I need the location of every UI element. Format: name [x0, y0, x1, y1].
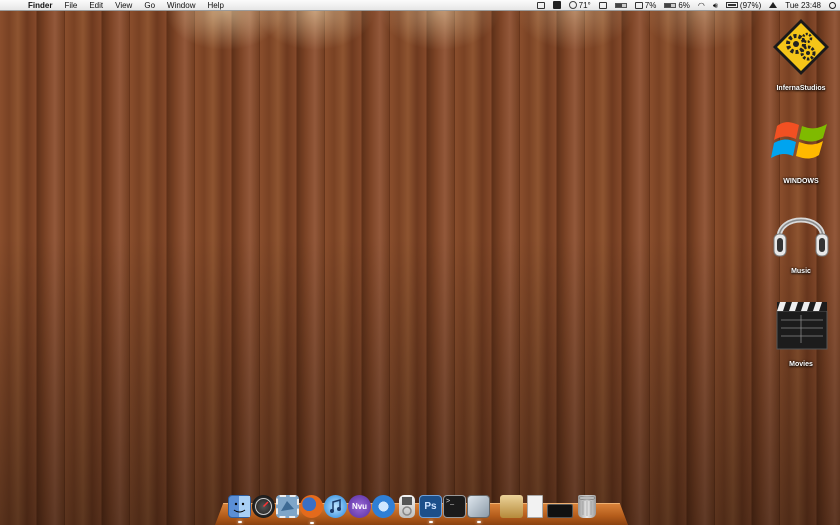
preview-icon[interactable] [467, 495, 490, 523]
firefox-icon[interactable] [300, 495, 323, 524]
monitor-readout: 6% [678, 0, 690, 10]
desktop-icon-label: Music [791, 268, 811, 275]
battery-status[interactable]: (97%) [722, 0, 765, 11]
menu-bar: Finder File Edit View Go Window Help 71°… [0, 0, 840, 11]
menu-view[interactable]: View [109, 0, 138, 11]
quicktime-icon[interactable] [372, 495, 395, 518]
monitor-status[interactable]: 6% [660, 0, 694, 11]
dock: Nvu Ps >_ [228, 492, 618, 524]
trash-icon[interactable] [578, 495, 596, 518]
terminal-icon[interactable]: >_ [443, 495, 466, 518]
wifi-icon[interactable]: ◠ [694, 0, 709, 11]
itunes-icon[interactable] [324, 495, 347, 518]
battery-readout: (97%) [739, 0, 762, 10]
menu-file[interactable]: File [58, 0, 83, 11]
desktop-icon-label: Movies [789, 361, 813, 368]
cpu-status[interactable]: 7% [631, 0, 661, 11]
cpu-readout: 7% [644, 0, 657, 10]
ipod-icon[interactable] [399, 495, 415, 518]
running-indicator [237, 521, 242, 523]
document-icon[interactable] [527, 495, 543, 518]
menu-window[interactable]: Window [161, 0, 201, 11]
menu-help[interactable]: Help [201, 0, 229, 11]
menu-go[interactable]: Go [138, 0, 161, 11]
clock[interactable]: Tue 23:48 [781, 0, 825, 11]
desktop-icon-infernastudios[interactable]: InfernaStudios [765, 17, 837, 95]
temperature-readout: 71° [578, 0, 591, 10]
dvd-player-icon[interactable] [547, 504, 573, 518]
clapperboard-icon [771, 293, 831, 353]
weather-icon [568, 1, 577, 9]
desktop-icon-movies[interactable]: Movies [765, 293, 837, 371]
running-indicator [309, 522, 314, 524]
photoshop-glyph: Ps [424, 501, 437, 512]
weather-status[interactable]: 71° [565, 0, 595, 11]
running-indicator [476, 521, 481, 523]
mail-stamp-icon[interactable] [276, 495, 299, 518]
monitor-icon [664, 2, 677, 8]
battery-icon [725, 2, 738, 8]
terminal-prompt-glyph: >_ [446, 498, 454, 505]
volume-icon[interactable]: 🔊︎ [709, 0, 722, 11]
running-indicator [428, 521, 433, 523]
eject-icon[interactable] [765, 2, 781, 8]
cpu-icon [634, 1, 643, 9]
display-status-icon[interactable] [595, 1, 611, 9]
headphones-icon [771, 200, 831, 260]
finder-icon[interactable] [228, 495, 251, 523]
app-status-icon[interactable] [549, 1, 565, 9]
photoshop-icon[interactable]: Ps [419, 495, 442, 523]
desktop-icon-label: WINDOWS [783, 178, 819, 185]
menu-edit[interactable]: Edit [83, 0, 109, 11]
disk-status-icon[interactable] [611, 2, 631, 8]
app-menu-finder[interactable]: Finder [22, 0, 58, 11]
gears-warning-sign-icon [771, 17, 831, 77]
mail-status-icon[interactable] [533, 1, 549, 9]
desktop-icon-label: InfernaStudios [776, 85, 826, 92]
spotlight-icon[interactable] [825, 1, 840, 9]
desktop-icon-music[interactable]: Music [765, 200, 837, 278]
windows-logo-icon [771, 110, 831, 170]
iphoto-icon[interactable] [500, 495, 523, 518]
nvu-icon[interactable]: Nvu [348, 495, 371, 518]
nvu-glyph: Nvu [351, 502, 368, 511]
dashboard-icon[interactable] [252, 495, 275, 518]
desktop-icon-windows[interactable]: WINDOWS [765, 110, 837, 188]
